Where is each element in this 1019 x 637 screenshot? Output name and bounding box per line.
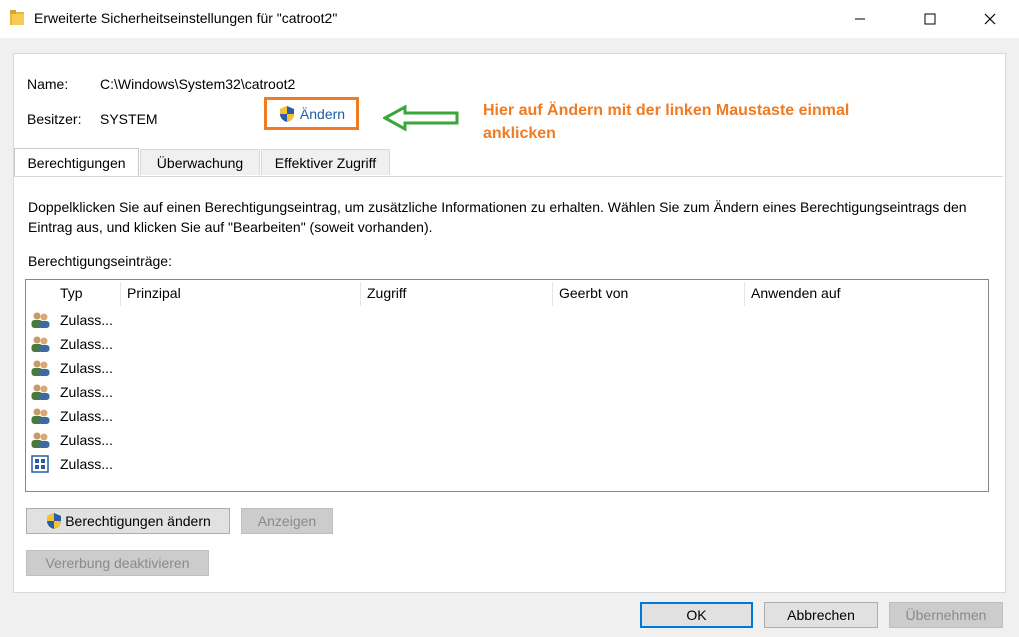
change-owner-link[interactable]: Ändern bbox=[264, 97, 359, 130]
table-row[interactable]: Zulass... bbox=[30, 404, 113, 428]
uac-shield-icon bbox=[279, 105, 294, 122]
users-icon bbox=[31, 336, 50, 352]
close-button[interactable] bbox=[967, 0, 1013, 38]
annotation-text: Hier auf Ändern mit der linken Maustaste… bbox=[483, 102, 850, 142]
row-typ: Zulass... bbox=[60, 336, 113, 352]
table-row[interactable]: Zulass... bbox=[30, 332, 113, 356]
users-icon bbox=[31, 384, 50, 400]
column-header-prinzipal[interactable]: Prinzipal bbox=[127, 285, 181, 301]
column-header-typ[interactable]: Typ bbox=[60, 285, 83, 301]
minimize-icon bbox=[855, 18, 865, 20]
row-typ: Zulass... bbox=[60, 384, 113, 400]
tab-berechtigungen[interactable]: Berechtigungen bbox=[14, 148, 139, 176]
column-header-zugriff[interactable]: Zugriff bbox=[367, 285, 406, 301]
title-bar: Erweiterte Sicherheitseinstellungen für … bbox=[0, 0, 1019, 38]
change-permissions-button[interactable]: Berechtigungen ändern bbox=[26, 508, 230, 534]
table-row[interactable]: Zulass... bbox=[30, 356, 113, 380]
owner-value: SYSTEM bbox=[100, 111, 158, 127]
minimize-button[interactable] bbox=[837, 0, 883, 38]
row-typ: Zulass... bbox=[60, 360, 113, 376]
maximize-button[interactable] bbox=[907, 0, 953, 38]
users-icon bbox=[31, 408, 50, 424]
row-typ: Zulass... bbox=[60, 432, 113, 448]
table-row[interactable]: Zulass... bbox=[30, 428, 113, 452]
table-row[interactable]: Zulass... bbox=[30, 380, 113, 404]
close-icon bbox=[984, 13, 996, 25]
app-package-icon bbox=[31, 455, 49, 473]
ok-button[interactable]: OK bbox=[640, 602, 753, 628]
entries-label: Berechtigungseinträge: bbox=[28, 253, 172, 269]
description-text: Doppelklicken Sie auf einen Berechtigung… bbox=[28, 199, 967, 235]
users-icon bbox=[31, 432, 50, 448]
change-permissions-label: Berechtigungen ändern bbox=[65, 513, 211, 529]
table-row[interactable]: Zulass... bbox=[30, 308, 113, 332]
annotation-arrow bbox=[383, 104, 459, 132]
table-row[interactable]: Zulass... bbox=[30, 452, 113, 476]
disable-inheritance-button[interactable]: Vererbung deaktivieren bbox=[26, 550, 209, 576]
apply-button[interactable]: Übernehmen bbox=[889, 602, 1003, 628]
tab-effektiver-zugriff[interactable]: Effektiver Zugriff bbox=[261, 149, 390, 175]
name-value: C:\Windows\System32\catroot2 bbox=[100, 76, 296, 92]
change-owner-label: Ändern bbox=[299, 105, 346, 122]
users-icon bbox=[31, 360, 50, 376]
permissions-table[interactable]: Typ Prinzipal Zugriff Geerbt von Anwende… bbox=[25, 279, 989, 492]
row-typ: Zulass... bbox=[60, 408, 113, 424]
uac-shield-icon bbox=[47, 513, 62, 529]
row-typ: Zulass... bbox=[60, 312, 113, 328]
name-label: Name: bbox=[27, 76, 69, 92]
owner-label: Besitzer: bbox=[27, 111, 82, 127]
maximize-icon bbox=[924, 13, 936, 25]
row-typ: Zulass... bbox=[60, 456, 113, 472]
cancel-button[interactable]: Abbrechen bbox=[764, 602, 878, 628]
tab-ueberwachung[interactable]: Überwachung bbox=[140, 149, 260, 175]
column-header-anwenden-auf[interactable]: Anwenden auf bbox=[751, 285, 841, 301]
folder-icon bbox=[10, 10, 24, 25]
column-header-geerbt-von[interactable]: Geerbt von bbox=[559, 285, 628, 301]
users-icon bbox=[31, 312, 50, 328]
show-button[interactable]: Anzeigen bbox=[241, 508, 333, 534]
window-title: Erweiterte Sicherheitseinstellungen für … bbox=[34, 10, 338, 26]
